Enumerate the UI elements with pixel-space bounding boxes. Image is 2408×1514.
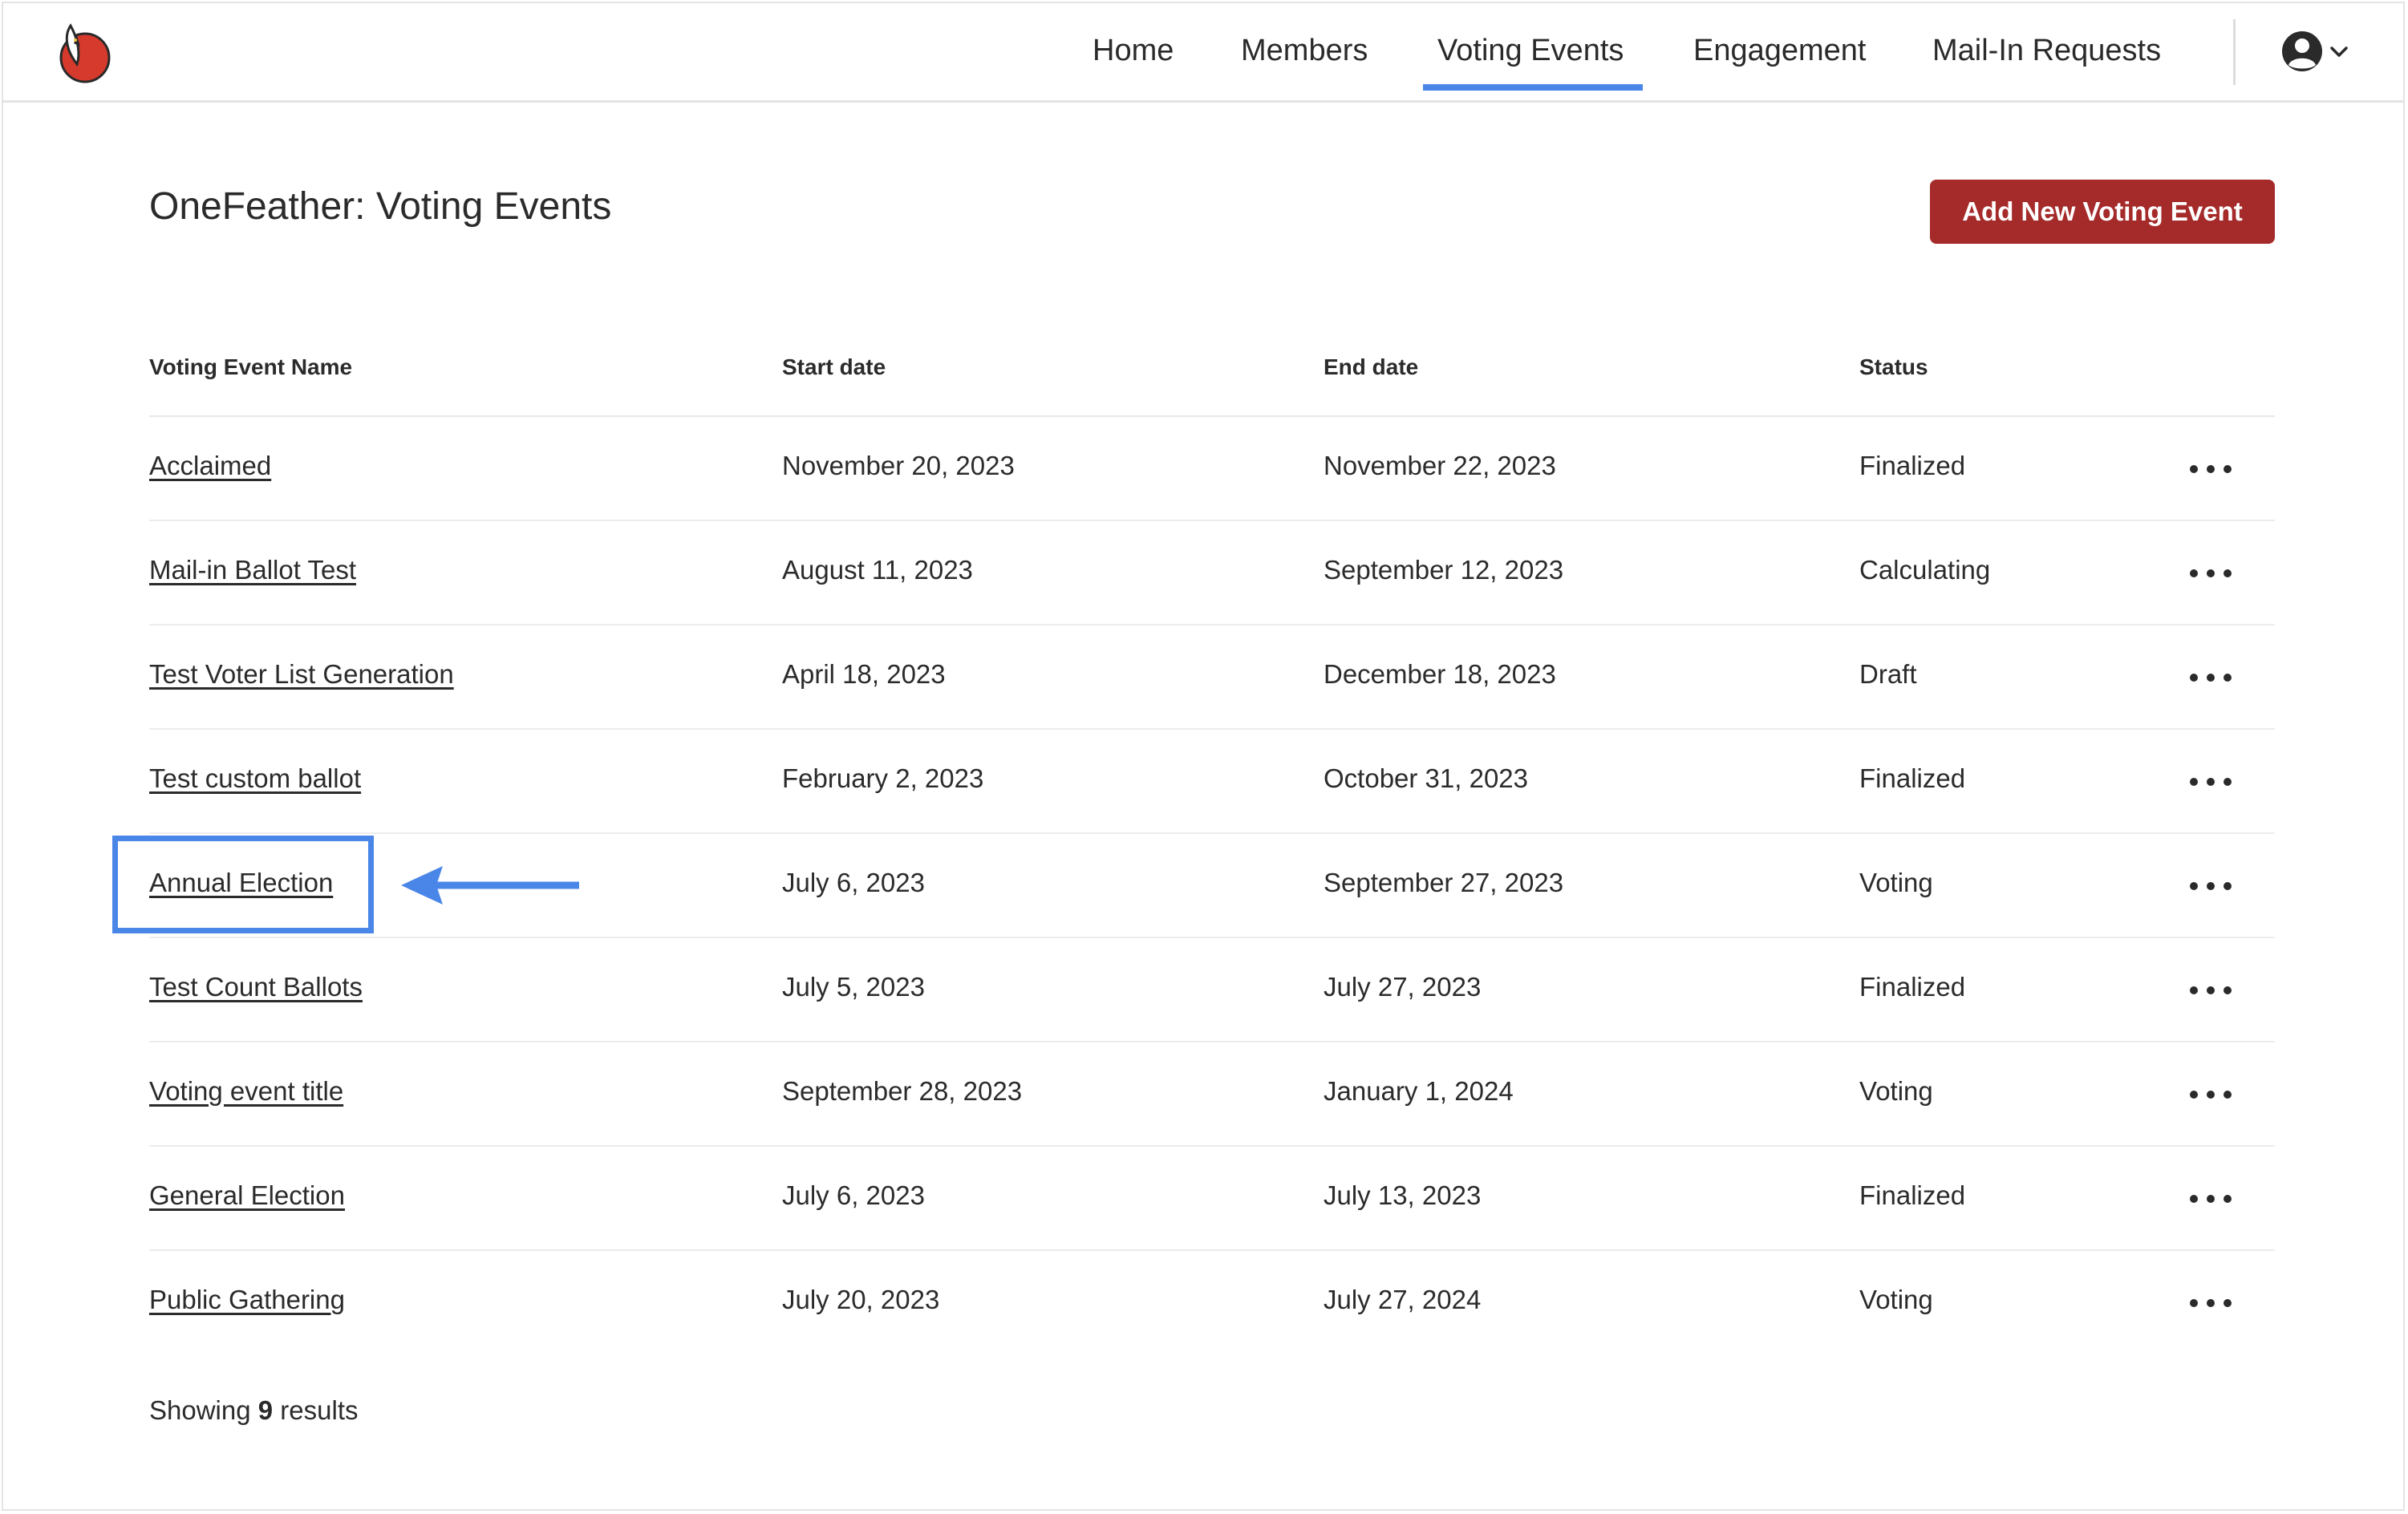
status-text: Calculating [1859,555,1991,585]
more-horizontal-icon[interactable] [2190,771,2238,792]
column-header-name[interactable]: Voting Event Name [149,354,352,380]
arrow-left-icon [401,866,579,905]
table-row: Voting event title September 28, 2023 Ja… [149,1042,2275,1147]
more-horizontal-icon[interactable] [2190,980,2238,1001]
event-name-link[interactable]: Acclaimed [149,451,271,481]
column-header-end-date[interactable]: End date [1324,354,1418,380]
start-date: September 28, 2023 [782,1076,1023,1106]
start-date: July 6, 2023 [782,1180,925,1210]
status-text: Finalized [1859,451,1966,480]
table-row: Acclaimed November 20, 2023 November 22,… [149,417,2275,521]
column-header-start-date[interactable]: Start date [782,354,886,380]
table-row: Test custom ballot February 2, 2023 Octo… [149,730,2275,834]
table-row: Test Voter List Generation April 18, 202… [149,625,2275,730]
event-name-link[interactable]: Test custom ballot [149,763,361,794]
voting-events-table: Voting Event Name Start date End date St… [149,335,2275,1354]
end-date: November 22, 2023 [1324,451,1556,480]
nav-members[interactable]: Members [1241,34,1368,68]
end-date: July 27, 2023 [1324,972,1482,1002]
start-date: July 20, 2023 [782,1285,940,1314]
start-date: July 6, 2023 [782,868,925,897]
end-date: September 27, 2023 [1324,868,1564,897]
event-name-link[interactable]: Test Count Ballots [149,972,363,1002]
nav-mail-in-requests[interactable]: Mail-In Requests [1932,34,2161,68]
top-navbar: Home Members Voting Events Engagement Ma… [3,3,2403,103]
column-header-status[interactable]: Status [1859,354,1928,380]
nav-voting-events[interactable]: Voting Events [1422,34,1644,91]
event-name-link[interactable]: Public Gathering [149,1285,345,1315]
event-name-link[interactable]: Test Voter List Generation [149,659,454,690]
status-text: Finalized [1859,1180,1966,1210]
start-date: August 11, 2023 [782,555,973,585]
table-row: Public Gathering July 20, 2023 July 27, … [149,1251,2275,1354]
showing-suffix: results [280,1395,359,1425]
status-text: Voting [1859,868,1933,897]
status-text: Draft [1859,659,1917,689]
start-date: April 18, 2023 [782,659,946,689]
showing-prefix: Showing [149,1395,251,1425]
more-horizontal-icon[interactable] [2190,563,2238,584]
event-name-link[interactable]: Voting event title [149,1076,343,1107]
results-count: Showing 9 results [149,1395,359,1426]
user-menu-button[interactable] [2278,27,2358,75]
end-date: July 13, 2023 [1324,1180,1482,1210]
status-text: Finalized [1859,763,1966,793]
more-horizontal-icon[interactable] [2190,667,2238,688]
status-text: Finalized [1859,972,1966,1002]
event-name-link[interactable]: General Election [149,1180,345,1211]
feather-logo-icon[interactable] [56,22,116,85]
status-text: Voting [1859,1285,1933,1314]
more-horizontal-icon[interactable] [2190,1084,2238,1105]
table-row: Mail-in Ballot Test August 11, 2023 Sept… [149,521,2275,625]
table-row: Test Count Ballots July 5, 2023 July 27,… [149,938,2275,1042]
nav-home[interactable]: Home [1093,34,1174,68]
add-new-voting-event-button[interactable]: Add New Voting Event [1930,180,2275,244]
more-horizontal-icon[interactable] [2190,1188,2238,1209]
start-date: November 20, 2023 [782,451,1015,480]
status-text: Voting [1859,1076,1933,1106]
more-horizontal-icon[interactable] [2190,459,2238,480]
end-date: October 31, 2023 [1324,763,1529,793]
table-row: General Election July 6, 2023 July 13, 2… [149,1147,2275,1251]
event-name-link[interactable]: Mail-in Ballot Test [149,555,356,585]
more-horizontal-icon[interactable] [2190,876,2238,897]
nav-divider [2233,19,2236,85]
end-date: September 12, 2023 [1324,555,1564,585]
page-title: OneFeather: Voting Events [149,185,612,228]
end-date: December 18, 2023 [1324,659,1556,689]
nav-engagement[interactable]: Engagement [1693,34,1867,68]
more-horizontal-icon[interactable] [2190,1293,2238,1314]
showing-count: 9 [257,1395,274,1425]
table-header: Voting Event Name Start date End date St… [149,335,2275,417]
start-date: July 5, 2023 [782,972,925,1002]
end-date: January 1, 2024 [1324,1076,1514,1106]
start-date: February 2, 2023 [782,763,984,793]
chevron-down-icon [2330,47,2348,57]
highlight-box [112,836,374,933]
end-date: July 27, 2024 [1324,1285,1482,1314]
